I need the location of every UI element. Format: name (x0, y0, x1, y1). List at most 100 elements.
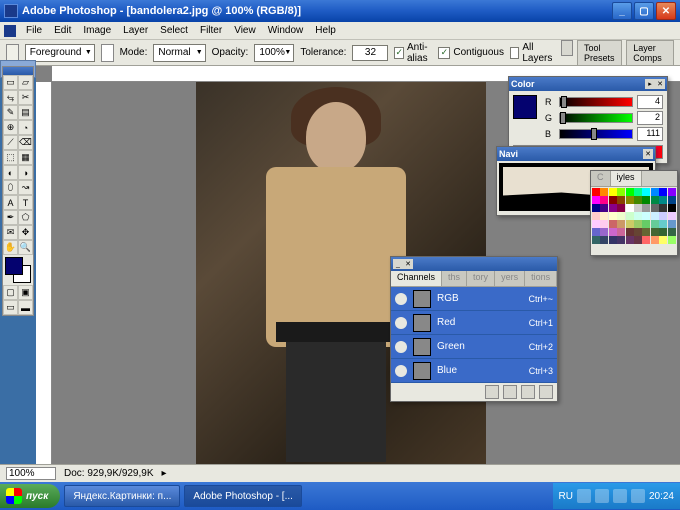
swatch-24[interactable] (626, 204, 634, 212)
visibility-icon[interactable] (395, 293, 407, 305)
swatch-42[interactable] (609, 220, 617, 228)
load-selection-icon[interactable] (485, 385, 499, 399)
new-channel-icon[interactable] (521, 385, 535, 399)
swatches-tab-c[interactable]: C (591, 171, 611, 186)
doc-size-arrow[interactable]: ▸ (162, 468, 167, 479)
tool-0-1[interactable]: ▱ (18, 75, 33, 90)
clock[interactable]: 20:24 (649, 491, 674, 502)
swatch-6[interactable] (642, 188, 650, 196)
tool-1-1[interactable]: ✂ (18, 90, 33, 105)
tool-presets-tab[interactable]: Tool Presets (577, 40, 622, 66)
start-button[interactable]: пуск (0, 484, 60, 508)
swatch-65[interactable] (634, 236, 642, 244)
channels-titlebar[interactable]: _ ✕ (391, 257, 557, 271)
tray-icon-4[interactable] (631, 489, 645, 503)
channel-row-red[interactable]: RedCtrl+1 (391, 311, 557, 335)
zoom-field[interactable]: 100% (6, 467, 56, 480)
r-value[interactable]: 4 (637, 95, 663, 109)
tool-10-0[interactable]: ✉ (3, 225, 18, 240)
swatch-41[interactable] (600, 220, 608, 228)
swatch-50[interactable] (592, 228, 600, 236)
tool-8-0[interactable]: A (3, 195, 18, 210)
visibility-icon[interactable] (395, 317, 407, 329)
swatch-38[interactable] (659, 212, 667, 220)
layer-comps-tab[interactable]: Layer Comps (626, 40, 674, 66)
tool-4-1[interactable]: ⌫ (18, 135, 33, 150)
alllayers-checkbox[interactable] (510, 47, 519, 59)
swatch-61[interactable] (600, 236, 608, 244)
b-value[interactable]: 111 (637, 127, 663, 141)
tray-icon-3[interactable] (613, 489, 627, 503)
navigator-titlebar[interactable]: Navi ✕ (497, 147, 655, 161)
swatch-64[interactable] (626, 236, 634, 244)
swatch-45[interactable] (634, 220, 642, 228)
swatch-67[interactable] (651, 236, 659, 244)
quickmask-off[interactable]: ▢ (3, 285, 18, 300)
channels-min[interactable]: _ (393, 259, 403, 269)
swatch-20[interactable] (592, 204, 600, 212)
tool-9-1[interactable]: ⬠ (18, 210, 33, 225)
swatch-39[interactable] (668, 212, 676, 220)
tool-11-0[interactable]: ✋ (3, 240, 18, 255)
swatch-12[interactable] (609, 196, 617, 204)
save-selection-icon[interactable] (503, 385, 517, 399)
swatch-53[interactable] (617, 228, 625, 236)
swatch-43[interactable] (617, 220, 625, 228)
tool-5-0[interactable]: ⬚ (3, 150, 18, 165)
swatch-9[interactable] (668, 188, 676, 196)
tab-history[interactable]: tory (467, 271, 495, 286)
swatch-8[interactable] (659, 188, 667, 196)
swatch-22[interactable] (609, 204, 617, 212)
swatch-49[interactable] (668, 220, 676, 228)
menu-select[interactable]: Select (154, 24, 194, 37)
swatch-30[interactable] (592, 212, 600, 220)
menu-layer[interactable]: Layer (117, 24, 154, 37)
tool-10-1[interactable]: ✥ (18, 225, 33, 240)
pattern-swatch[interactable] (101, 44, 114, 62)
fill-dropdown[interactable]: Foreground (25, 44, 95, 62)
language-indicator[interactable]: RU (559, 491, 573, 502)
tolerance-input[interactable] (352, 45, 388, 61)
tool-2-0[interactable]: ✎ (3, 105, 18, 120)
swatch-31[interactable] (600, 212, 608, 220)
taskbar-item-yandex[interactable]: Яндекс.Картинки: п... (64, 485, 180, 507)
quickmask-on[interactable]: ▣ (18, 285, 33, 300)
swatch-46[interactable] (642, 220, 650, 228)
opacity-input[interactable]: 100% (254, 44, 294, 62)
swatch-69[interactable] (668, 236, 676, 244)
tool-7-0[interactable]: ⬯ (3, 180, 18, 195)
visibility-icon[interactable] (395, 341, 407, 353)
swatch-23[interactable] (617, 204, 625, 212)
toolbox-grip[interactable] (3, 67, 33, 75)
swatch-26[interactable] (642, 204, 650, 212)
swatch-62[interactable] (609, 236, 617, 244)
swatch-52[interactable] (609, 228, 617, 236)
tool-11-1[interactable]: 🔍 (18, 240, 33, 255)
swatch-27[interactable] (651, 204, 659, 212)
swatch-32[interactable] (609, 212, 617, 220)
tool-9-0[interactable]: ✒ (3, 210, 18, 225)
ruler-vertical[interactable] (36, 82, 52, 482)
tool-3-1[interactable]: ◔ (18, 120, 33, 135)
menu-file[interactable]: File (20, 24, 48, 37)
tray-icon-1[interactable] (577, 489, 591, 503)
swatch-0[interactable] (592, 188, 600, 196)
swatch-68[interactable] (659, 236, 667, 244)
menu-help[interactable]: Help (309, 24, 342, 37)
menu-view[interactable]: View (228, 24, 262, 37)
swatch-57[interactable] (651, 228, 659, 236)
swatch-10[interactable] (592, 196, 600, 204)
screen-mode-1[interactable]: ▭ (3, 300, 18, 315)
swatch-1[interactable] (600, 188, 608, 196)
maximize-button[interactable]: ▢ (634, 2, 654, 20)
swatch-60[interactable] (592, 236, 600, 244)
channel-row-rgb[interactable]: RGBCtrl+~ (391, 287, 557, 311)
color-panel-close[interactable]: ✕ (655, 79, 665, 89)
tool-2-1[interactable]: ▤ (18, 105, 33, 120)
foreground-color[interactable] (5, 257, 23, 275)
g-slider[interactable] (559, 113, 633, 123)
contiguous-checkbox[interactable] (438, 47, 450, 59)
swatch-44[interactable] (626, 220, 634, 228)
screen-mode-2[interactable]: ▬ (18, 300, 33, 315)
color-panel-titlebar[interactable]: Color ▸ ✕ (509, 77, 667, 91)
